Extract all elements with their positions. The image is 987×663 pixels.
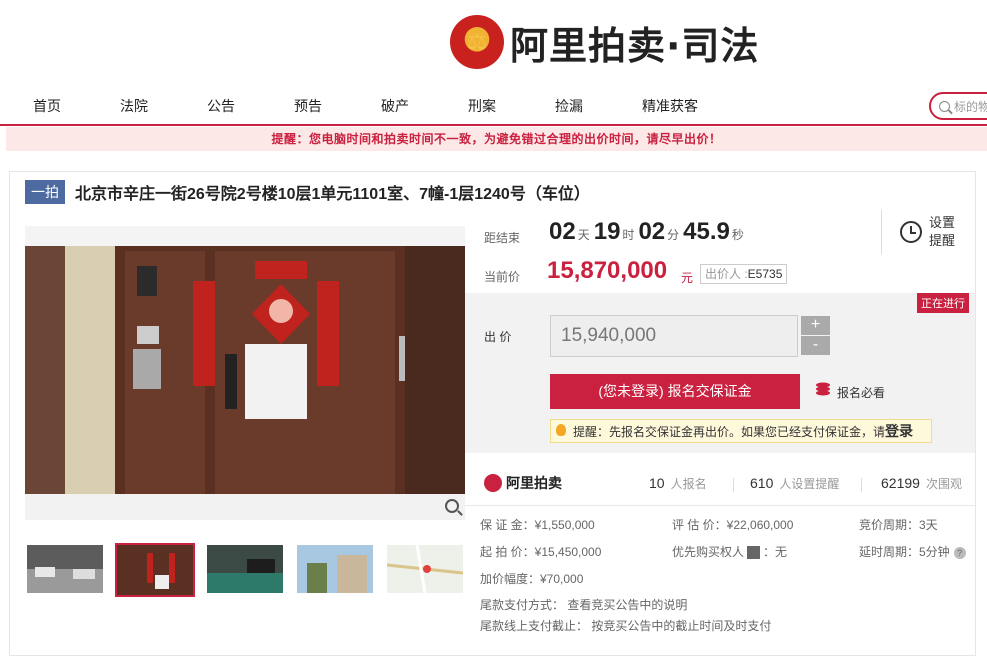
delay-info: 延时周期：5分钟? [859, 543, 966, 560]
item-title: 北京市辛庄一街26号院2号楼10层1单元1101室、7幢-1层1240号（车位） [75, 186, 590, 203]
period-info: 竞价周期：3天 [859, 518, 938, 532]
increment-info: 加价幅度：¥70,000 [480, 572, 584, 586]
bid-amount-input[interactable]: 15,940,000 [550, 315, 798, 357]
nav-item-bargain[interactable]: 捡漏 [555, 96, 583, 116]
tip-text: 提醒：先报名交保证金再出价。如果您已经支付保证金，请 [573, 425, 886, 439]
round-badge: 一拍 [25, 180, 65, 204]
priority-value: ：无 [763, 545, 788, 559]
nav-item-preview[interactable]: 预告 [294, 96, 322, 116]
current-price-unit: 元 [681, 271, 694, 285]
search-icon [939, 100, 950, 112]
nav-divider [0, 124, 987, 126]
nav-item-bankruptcy[interactable]: 破产 [381, 96, 409, 116]
zoom-icon[interactable] [445, 499, 459, 513]
site-logo[interactable]: ⚖ 阿里拍卖·司法 [450, 12, 759, 72]
ali-auction-icon [484, 474, 502, 492]
thumbnail[interactable] [387, 545, 463, 593]
payment-deadline-info: 尾款线上支付截止： 按竞买公告中的截止时间及时支付 [480, 619, 772, 633]
thumbnail[interactable] [207, 545, 283, 593]
enroll-deposit-button[interactable]: (您未登录) 报名交保证金 [550, 374, 800, 409]
nav-item-announcement[interactable]: 公告 [207, 96, 235, 116]
bid-decrease-button[interactable]: - [801, 336, 830, 355]
reminder-label: 人设置提醒 [779, 477, 840, 491]
priority-badge: 有 [747, 546, 761, 559]
alarm-clock-icon[interactable] [900, 221, 922, 243]
countdown-hours: 19 [593, 218, 621, 245]
search-input[interactable]: 标的物 [929, 92, 987, 120]
reminder-value: 610 [750, 475, 774, 491]
time-mismatch-notice: 提醒：您电脑时间和拍卖时间不一致，为避免错过合理的出价时间，请尽早出价！ [6, 127, 987, 151]
ali-auction-text: 阿里拍卖 [506, 475, 562, 491]
countdown-minutes-unit: 分 [667, 228, 680, 242]
thumbnail[interactable] [297, 545, 373, 593]
current-price: 15,870,000 [547, 257, 668, 284]
registered-count: 10 人报名 [649, 475, 707, 492]
countdown-hours-unit: 时 [622, 228, 635, 242]
countdown-days-unit: 天 [577, 228, 590, 242]
reminder-count: 610 人设置提醒 [750, 475, 839, 492]
lightbulb-icon [556, 424, 566, 436]
thumbnail-active[interactable] [115, 543, 195, 597]
login-link[interactable]: 登录 [885, 423, 913, 439]
current-price-label: 当前价 [484, 270, 521, 284]
countdown-seconds: 45.9 [683, 218, 730, 245]
status-badge: 正在进行 [917, 293, 969, 313]
countdown-minutes: 02 [638, 218, 666, 245]
deposit-info: 保 证 金：¥1,550,000 [480, 518, 595, 532]
view-label: 次围观 [925, 477, 962, 491]
payment-method-info: 尾款支付方式： 查看竞买公告中的说明 [480, 598, 688, 612]
reminder-divider [881, 210, 882, 254]
bidder-label: 出价人 : [705, 267, 748, 281]
countdown-label: 距结束 [484, 231, 521, 245]
search-placeholder: 标的物 [954, 99, 987, 114]
main-photo[interactable] [25, 226, 465, 494]
zoom-bar [25, 494, 465, 520]
bid-label: 出 价 [484, 330, 512, 344]
help-icon[interactable]: ? [953, 547, 966, 559]
delay-text: 延时周期：5分钟 [859, 545, 950, 559]
stat-divider [861, 478, 862, 492]
appraisal-info: 评 估 价：¥22,060,000 [672, 518, 794, 532]
coins-icon [816, 382, 830, 396]
ali-auction-logo: 阿里拍卖 [484, 473, 562, 493]
nav-item-home[interactable]: 首页 [33, 96, 61, 116]
set-reminder-line1: 设置 [929, 215, 956, 230]
bidder-id: E5735 [747, 267, 783, 281]
priority-buyer-info: 优先购买权人有：无 [672, 543, 787, 560]
login-tip: 提醒：先报名交保证金再出价。如果您已经支付保证金，请登录 [550, 419, 932, 443]
countdown-seconds-unit: 秒 [731, 228, 744, 242]
countdown-days: 02 [549, 218, 576, 245]
nav-item-court[interactable]: 法院 [120, 96, 148, 116]
nav-item-lead-gen[interactable]: 精准获客 [642, 96, 698, 116]
countdown-timer: 02 天 19 时 02 分 45.9 秒 [549, 218, 748, 246]
priority-label: 优先购买权人 [672, 545, 745, 559]
site-title: 阿里拍卖·司法 [510, 23, 760, 68]
set-reminder-line2: 提醒 [929, 233, 956, 248]
start-price-info: 起 拍 价：¥15,450,000 [480, 545, 602, 559]
registered-value: 10 [649, 475, 665, 491]
nav-item-criminal[interactable]: 刑案 [468, 96, 496, 116]
view-value: 62199 [881, 475, 920, 491]
registered-label: 人报名 [670, 477, 707, 491]
stat-divider [733, 478, 734, 492]
item-title-row: 一拍 北京市辛庄一街26号院2号楼10层1单元1101室、7幢-1层1240号（… [25, 180, 590, 204]
stats-divider [465, 505, 975, 506]
thumbnail[interactable] [27, 545, 103, 593]
main-nav: 首页 法院 公告 预告 破产 刑案 捡漏 精准获客 标的物 [0, 88, 987, 124]
bidder-badge: 出价人 :E5735 [700, 264, 788, 284]
must-read-link[interactable]: 报名必看 [837, 384, 885, 401]
set-reminder-button[interactable]: 设置 提醒 [929, 214, 959, 250]
court-emblem-icon: ⚖ [450, 15, 504, 69]
bid-increase-button[interactable]: + [801, 316, 830, 335]
view-count: 62199 次围观 [881, 475, 962, 492]
